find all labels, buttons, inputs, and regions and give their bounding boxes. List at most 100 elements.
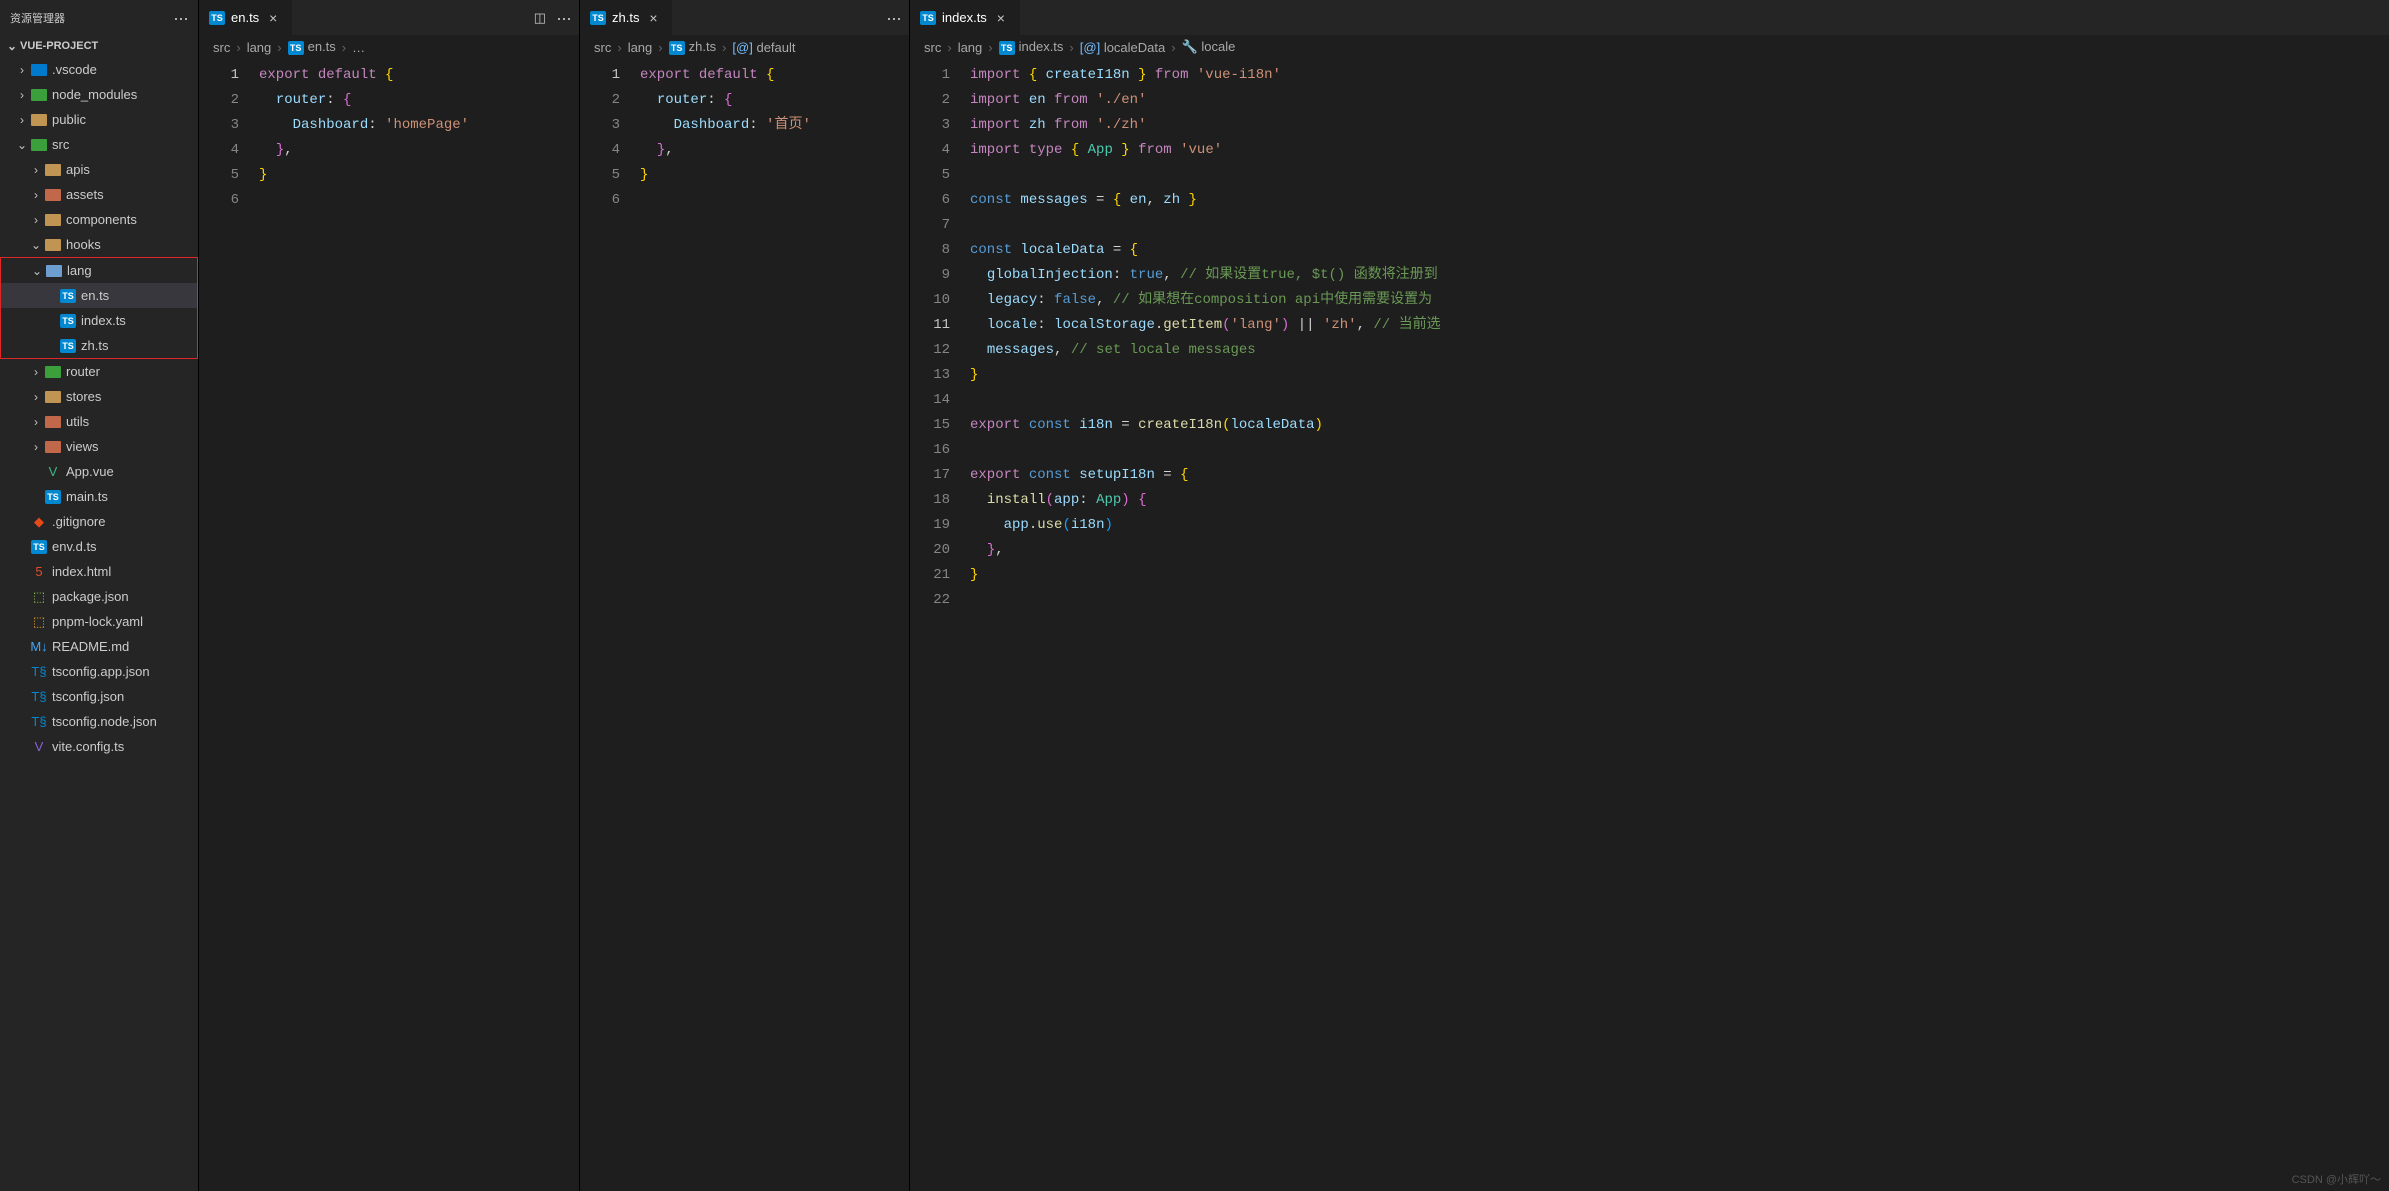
file-README.md[interactable]: M↓README.md: [0, 634, 198, 659]
token: [758, 117, 766, 133]
breadcrumbs[interactable]: src›lang›TSzh.ts›[@] default: [580, 35, 909, 59]
minimap[interactable]: [2375, 59, 2389, 1191]
token: .: [1029, 517, 1037, 533]
token: [1172, 467, 1180, 483]
project-root[interactable]: ⌄ VUE-PROJECT: [0, 35, 198, 57]
folder-views[interactable]: ›views: [0, 434, 198, 459]
folder-assets[interactable]: ›assets: [0, 182, 198, 207]
line-number: 6: [580, 188, 620, 213]
folder-node_modules[interactable]: ›node_modules: [0, 82, 198, 107]
folder-icon: [44, 239, 62, 251]
breadcrumb-item[interactable]: …: [352, 40, 365, 55]
file-en.ts[interactable]: TSen.ts: [1, 283, 197, 308]
breadcrumb-item[interactable]: TSzh.ts: [669, 39, 716, 55]
token: :: [1113, 267, 1121, 283]
sidebar-more-icon[interactable]: ···: [173, 9, 188, 27]
folder-icon: [44, 366, 62, 378]
folder-apis[interactable]: ›apis: [0, 157, 198, 182]
minimap[interactable]: [895, 59, 909, 1191]
more-icon[interactable]: ···: [886, 9, 901, 27]
tab-en.ts[interactable]: TSen.ts×: [199, 0, 292, 35]
folder-src[interactable]: ⌄src: [0, 132, 198, 157]
editor-area[interactable]: 12345678910111213141516171819202122impor…: [910, 59, 2389, 1191]
token: [970, 517, 1004, 533]
breadcrumb-item[interactable]: TSindex.ts: [999, 39, 1064, 55]
file-tsconfig.json[interactable]: T§tsconfig.json: [0, 684, 198, 709]
breadcrumbs[interactable]: src›lang›TSen.ts›…: [199, 35, 579, 59]
breadcrumbs[interactable]: src›lang›TSindex.ts›[@] localeData›🔧 loc…: [910, 35, 2389, 59]
folder-icon: [44, 391, 62, 403]
file-tsconfig.app.json[interactable]: T§tsconfig.app.json: [0, 659, 198, 684]
tree-label: tsconfig.app.json: [52, 664, 150, 679]
token: // 当前选: [1373, 317, 1440, 333]
sidebar-header: 资源管理器 ···: [0, 0, 198, 35]
breadcrumb-item[interactable]: src: [594, 40, 611, 55]
token: localStorage: [1054, 317, 1155, 333]
file-tsconfig.node.json[interactable]: T§tsconfig.node.json: [0, 709, 198, 734]
file-index.ts[interactable]: TSindex.ts: [1, 308, 197, 333]
breadcrumb-item[interactable]: TSen.ts: [288, 39, 336, 55]
line-gutter: 12345678910111213141516171819202122: [910, 59, 970, 1191]
close-icon[interactable]: ×: [993, 10, 1009, 26]
editor-area[interactable]: 123456export default { router: { Dashboa…: [199, 59, 579, 1191]
tab-zh.ts[interactable]: TSzh.ts×: [580, 0, 672, 35]
folder-lang[interactable]: ⌄lang: [1, 258, 197, 283]
line-number: 21: [910, 563, 950, 588]
token: setupI18n: [1079, 467, 1155, 483]
breadcrumb-item[interactable]: lang: [247, 40, 272, 55]
file-vite.config.ts[interactable]: Vvite.config.ts: [0, 734, 198, 759]
file-index.html[interactable]: 5index.html: [0, 559, 198, 584]
token: from: [1138, 142, 1172, 158]
folder-public[interactable]: ›public: [0, 107, 198, 132]
code-content[interactable]: export default { router: { Dashboard: '首…: [640, 59, 895, 1191]
file-.gitignore[interactable]: ◆.gitignore: [0, 509, 198, 534]
minimap[interactable]: [565, 59, 579, 1191]
token: true: [1130, 267, 1164, 283]
token: {: [1071, 142, 1079, 158]
close-icon[interactable]: ×: [645, 10, 661, 26]
breadcrumb-item[interactable]: src: [924, 40, 941, 55]
ts-icon: TS: [59, 314, 77, 328]
token: use: [1037, 517, 1062, 533]
folder-.vscode[interactable]: ›.vscode: [0, 57, 198, 82]
code-content[interactable]: import { createI18n } from 'vue-i18n'imp…: [970, 59, 2375, 1191]
file-main.ts[interactable]: TSmain.ts: [0, 484, 198, 509]
close-icon[interactable]: ×: [265, 10, 281, 26]
file-pnpm-lock.yaml[interactable]: ⬚pnpm-lock.yaml: [0, 609, 198, 634]
breadcrumb-item[interactable]: lang: [628, 40, 653, 55]
split-editor-icon[interactable]: ◫: [534, 10, 546, 26]
editor-area[interactable]: 123456export default { router: { Dashboa…: [580, 59, 909, 1191]
file-package.json[interactable]: ⬚package.json: [0, 584, 198, 609]
chevron-right-icon: ›: [988, 40, 992, 55]
ts-icon: TS: [669, 41, 685, 55]
folder-utils[interactable]: ›utils: [0, 409, 198, 434]
folder-hooks[interactable]: ⌄hooks: [0, 232, 198, 257]
tree-label: package.json: [52, 589, 129, 604]
breadcrumb-item[interactable]: [@] default: [732, 40, 795, 55]
breadcrumb-item[interactable]: src: [213, 40, 230, 55]
token: createI18n: [1138, 417, 1222, 433]
folder-router[interactable]: ›router: [0, 359, 198, 384]
tabs-bar: TSzh.ts× ···: [580, 0, 909, 35]
line-number: 1: [580, 63, 620, 88]
chevron-down-icon: ⌄: [29, 264, 45, 278]
breadcrumb-item[interactable]: [@] localeData: [1080, 40, 1165, 55]
folder-stores[interactable]: ›stores: [0, 384, 198, 409]
editor-group-1: TSen.ts×◫···src›lang›TSen.ts›…123456expo…: [198, 0, 579, 1191]
line-number: 4: [910, 138, 950, 163]
line-number: 1: [199, 63, 239, 88]
token: [1188, 67, 1196, 83]
file-env.d.ts[interactable]: TSenv.d.ts: [0, 534, 198, 559]
breadcrumb-item[interactable]: 🔧 locale: [1182, 39, 1236, 55]
project-name: VUE-PROJECT: [20, 40, 98, 52]
tab-index.ts[interactable]: TSindex.ts×: [910, 0, 1020, 35]
chevron-right-icon: ›: [28, 365, 44, 379]
file-App.vue[interactable]: VApp.vue: [0, 459, 198, 484]
breadcrumb-item[interactable]: lang: [958, 40, 983, 55]
file-zh.ts[interactable]: TSzh.ts: [1, 333, 197, 358]
code-content[interactable]: export default { router: { Dashboard: 'h…: [259, 59, 565, 1191]
more-icon[interactable]: ···: [556, 9, 571, 27]
folder-components[interactable]: ›components: [0, 207, 198, 232]
token: import: [970, 117, 1020, 133]
token: const: [970, 192, 1012, 208]
